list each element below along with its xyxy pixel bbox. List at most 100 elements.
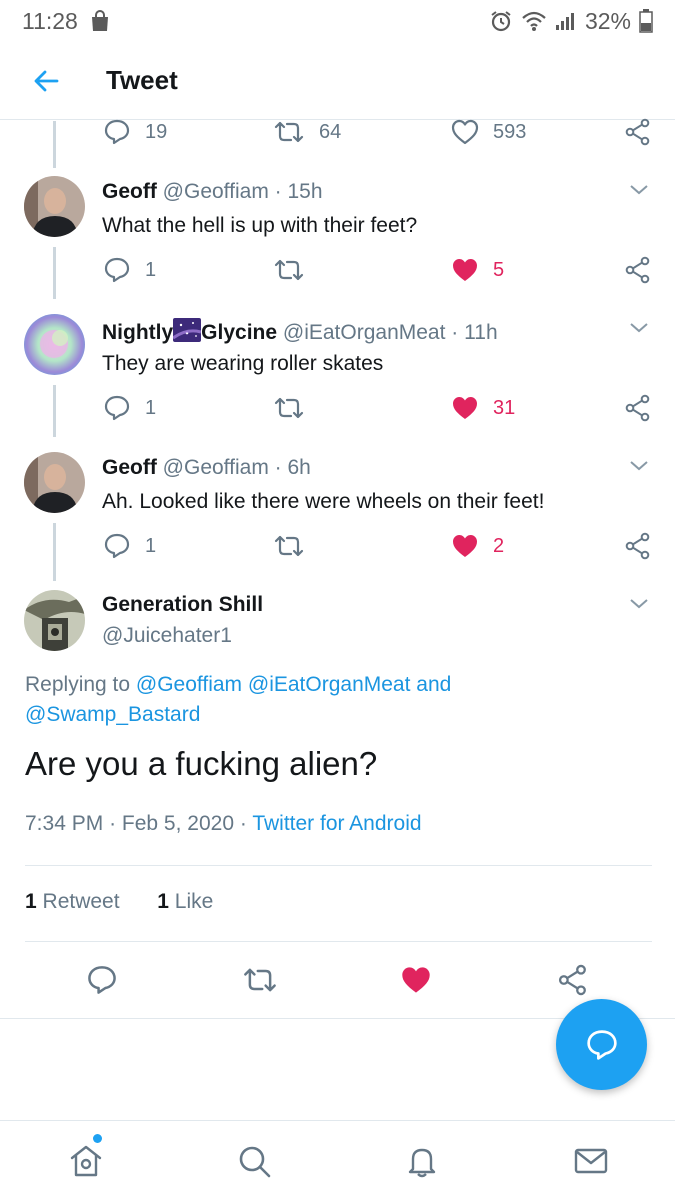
- chevron-down-icon: [630, 461, 648, 471]
- separator-dot: ·: [274, 180, 282, 203]
- page-title: Tweet: [106, 65, 178, 95]
- like-button[interactable]: 2: [451, 528, 504, 564]
- divider: [25, 865, 652, 866]
- retweet-button[interactable]: [273, 390, 305, 426]
- wifi-icon: [521, 10, 547, 32]
- share-button[interactable]: [551, 958, 595, 1002]
- back-button[interactable]: [16, 51, 76, 111]
- nav-notifications[interactable]: [400, 1139, 444, 1183]
- like-count: 2: [493, 534, 505, 557]
- share-button[interactable]: [624, 528, 652, 564]
- retweet-label: Retweet: [42, 890, 120, 913]
- share-icon: [625, 118, 650, 146]
- mention-link[interactable]: @Geoffiam: [136, 673, 242, 696]
- like-count: 593: [493, 120, 527, 143]
- chevron-down-icon: [630, 185, 648, 195]
- share-button[interactable]: [624, 114, 652, 150]
- tweet-source-link[interactable]: Twitter for Android: [252, 812, 421, 835]
- reply-header: Geoff @Geoffiam · 6h: [102, 456, 311, 480]
- retweet-button[interactable]: [273, 528, 305, 564]
- replying-and[interactable]: and: [410, 673, 451, 696]
- retweet-icon: [274, 535, 304, 557]
- share-button[interactable]: [624, 252, 652, 288]
- like-total: 1: [157, 890, 169, 913]
- retweet-button[interactable]: [238, 958, 282, 1002]
- tweet-menu-button[interactable]: [627, 454, 651, 478]
- status-bar: 11:28 32%: [0, 0, 675, 42]
- user-handle[interactable]: @Geoffiam: [163, 180, 269, 203]
- user-handle[interactable]: @Juicehater1: [102, 624, 232, 648]
- like-button[interactable]: 31: [451, 390, 515, 426]
- nav-messages[interactable]: [569, 1139, 613, 1183]
- tweet-text: What the hell is up with their feet?: [102, 214, 418, 237]
- tweet-text: Ah. Looked like there were wheels on the…: [102, 490, 545, 513]
- reply-count: 1: [145, 534, 157, 557]
- retweet-count: 64: [319, 120, 342, 143]
- separator-dot: ·: [109, 812, 117, 835]
- tweet-menu-button[interactable]: [627, 592, 651, 616]
- display-name[interactable]: Nightly Glycine: [102, 318, 278, 344]
- retweet-icon: [274, 259, 304, 281]
- retweet-button[interactable]: [273, 252, 305, 288]
- tweet-text: Are you a fucking alien?: [25, 745, 378, 782]
- avatar[interactable]: [24, 314, 85, 375]
- like-button[interactable]: 5: [451, 252, 504, 288]
- reply-tweet[interactable]: Geoff @Geoffiam · 6h Ah. Looked like the…: [0, 452, 675, 582]
- share-icon: [625, 256, 650, 284]
- display-name-part: Glycine: [201, 321, 278, 344]
- replying-to: Replying to @Geoffiam @iEatOrganMeat and…: [25, 670, 585, 730]
- user-handle[interactable]: @Geoffiam: [163, 456, 269, 479]
- back-arrow-icon: [34, 70, 59, 91]
- search-icon: [239, 1146, 271, 1178]
- like-button[interactable]: 593: [451, 114, 526, 150]
- alarm-icon: [489, 9, 513, 33]
- display-name-part: Nightly: [102, 321, 174, 344]
- display-name[interactable]: Generation Shill: [102, 593, 263, 617]
- likes-stat[interactable]: 1 Like: [157, 890, 213, 913]
- reply-header: Geoff @Geoffiam · 15h: [102, 180, 323, 204]
- compose-reply-fab[interactable]: [556, 999, 647, 1090]
- reply-button[interactable]: 1: [103, 252, 156, 288]
- share-button[interactable]: [624, 390, 652, 426]
- display-name[interactable]: Geoff: [102, 456, 157, 479]
- signal-icon: [555, 11, 577, 31]
- retweet-button[interactable]: 64: [273, 114, 341, 150]
- nav-search[interactable]: [232, 1139, 276, 1183]
- share-icon: [625, 394, 650, 422]
- retweet-icon: [244, 968, 276, 992]
- tweet-menu-button[interactable]: [627, 316, 651, 340]
- tweet-meta: 7:34 PM · Feb 5, 2020 · Twitter for Andr…: [25, 812, 422, 836]
- separator-dot: ·: [451, 321, 459, 344]
- chevron-down-icon: [630, 599, 648, 609]
- home-notification-dot: [93, 1134, 102, 1143]
- avatar[interactable]: [24, 176, 85, 237]
- reply-tweet[interactable]: Nightly Glycine @iEatOrganMeat · 11h They…: [0, 314, 675, 444]
- tweet-actions: 1 5: [0, 252, 675, 288]
- separator-dot: ·: [274, 456, 282, 479]
- avatar[interactable]: [24, 590, 85, 651]
- reply-button[interactable]: 19: [103, 114, 167, 150]
- app-header: Tweet: [0, 42, 675, 120]
- mention-link[interactable]: @Swamp_Bastard: [25, 703, 200, 726]
- reply-button[interactable]: [80, 958, 124, 1002]
- home-icon: [70, 1145, 102, 1177]
- tweet-text: They are wearing roller skates: [102, 352, 384, 375]
- divider: [25, 941, 652, 942]
- reply-tweet[interactable]: Geoff @Geoffiam · 15h What the hell is u…: [0, 176, 675, 306]
- bottom-nav: [0, 1120, 675, 1200]
- reply-button[interactable]: 1: [103, 390, 156, 426]
- retweets-stat[interactable]: 1 Retweet: [25, 890, 120, 913]
- user-handle[interactable]: @iEatOrganMeat: [283, 321, 446, 344]
- display-name[interactable]: Geoff: [102, 180, 157, 203]
- reply-count: 19: [145, 120, 168, 143]
- timestamp: 15h: [287, 180, 323, 203]
- tweet-menu-button[interactable]: [627, 178, 651, 202]
- tweet-actions: 1 2: [0, 528, 675, 564]
- like-button[interactable]: [394, 958, 438, 1002]
- nav-home[interactable]: [64, 1139, 108, 1183]
- reply-icon: [104, 395, 130, 421]
- mention-link[interactable]: @iEatOrganMeat: [248, 673, 411, 696]
- reply-icon: [88, 966, 116, 994]
- avatar[interactable]: [24, 452, 85, 513]
- reply-button[interactable]: 1: [103, 528, 156, 564]
